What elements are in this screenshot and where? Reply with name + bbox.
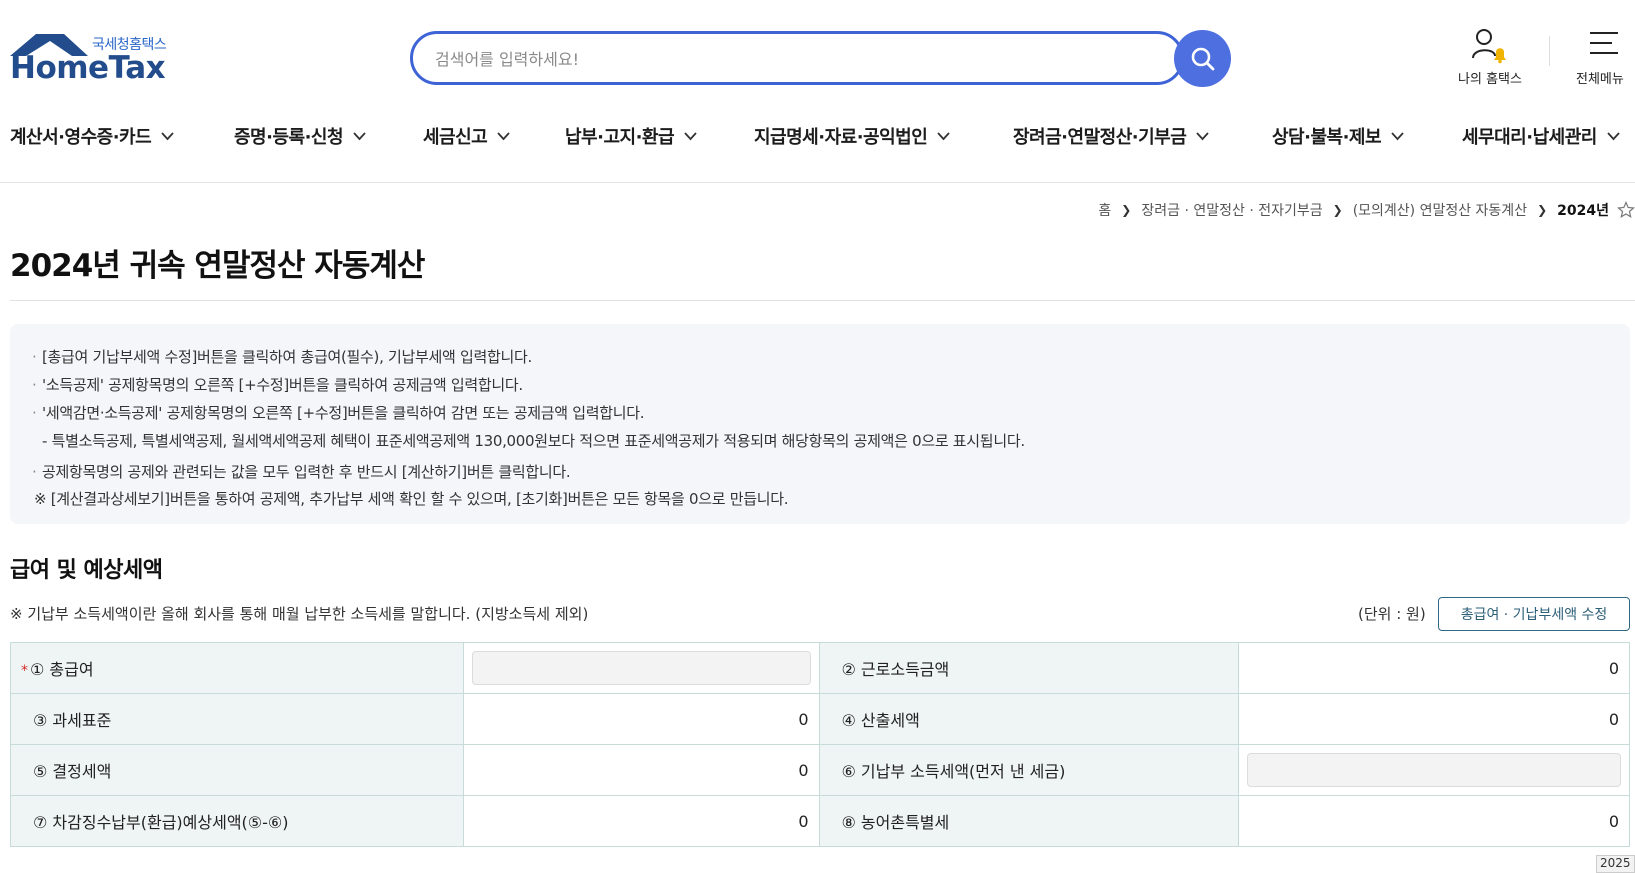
section-title: 급여 및 예상세액 <box>10 558 163 583</box>
prepaid-tax-cell <box>1238 744 1630 796</box>
gnb-item-tax-return[interactable]: 세금신고 <box>423 118 510 154</box>
search-button[interactable] <box>1174 30 1231 87</box>
all-menu-label: 전체메뉴 <box>1576 72 1624 87</box>
chevron-right-icon: ❯ <box>1121 203 1132 217</box>
table-label: * ① 총급여 <box>10 642 464 694</box>
prepaid-tax-input[interactable] <box>1247 753 1621 787</box>
gnb-item-payment[interactable]: 납부·고지·환급 <box>565 118 697 154</box>
salary-tax-table: * ① 총급여 ② 근로소득금액 0 ③ 과세표준 0 ④ 산출세액 0 ⑤ 결정… <box>10 642 1630 847</box>
info-line: · '소득공제' 공제항목명의 오른쪽 [+수정]버튼을 클릭하여 공제금액 입력… <box>32 376 523 394</box>
table-value: 0 <box>1238 642 1630 694</box>
chevron-down-icon <box>684 131 697 140</box>
info-line: · '세액감면·소득공제' 공제항목명의 오른쪽 [+수정]버튼을 클릭하여 감면… <box>32 404 645 422</box>
table-label: ⑥ 기납부 소득세액(먼저 낸 세금) <box>818 744 1240 796</box>
search-bar <box>410 30 1231 87</box>
search-input[interactable] <box>435 46 1135 72</box>
user-bell-icon <box>1472 29 1506 64</box>
search-box <box>410 31 1184 85</box>
breadcrumb-home[interactable]: 홈 <box>1098 200 1111 220</box>
table-label: ⑦ 차감징수납부(환급)예상세액(⑤-⑥) <box>10 795 464 847</box>
breadcrumb: 홈 ❯ 장려금 · 연말정산 · 전자기부금 ❯ (모의계산) 연말정산 자동계… <box>1098 198 1635 222</box>
bullet-icon: · <box>32 463 37 481</box>
chevron-down-icon <box>497 131 510 140</box>
table-value: 0 <box>462 744 820 796</box>
table-value: 0 <box>1238 795 1630 847</box>
bullet-icon: · <box>32 404 37 422</box>
gnb-item-agent[interactable]: 세무대리·납세관리 <box>1462 118 1620 154</box>
edit-salary-tax-button[interactable]: 총급여 · 기납부세액 수정 <box>1438 597 1630 631</box>
header-divider <box>1549 36 1550 66</box>
total-salary-input[interactable] <box>471 651 811 685</box>
star-favorite-icon[interactable] <box>1617 201 1635 219</box>
chevron-down-icon <box>161 131 174 140</box>
breadcrumb-level1[interactable]: 장려금 · 연말정산 · 전자기부금 <box>1141 200 1322 220</box>
all-menu-button[interactable]: 전체메뉴 <box>1566 26 1635 87</box>
bullet-icon: · <box>32 348 37 366</box>
section-note: ※ 기납부 소득세액이란 올해 회사를 통해 매월 납부한 소득세를 말합니다.… <box>10 605 589 623</box>
my-hometax-button[interactable]: 나의 홈택스 <box>1450 26 1530 87</box>
header: 국세청홈택스 HomeTax 나의 홈택스 전체메뉴 <box>0 0 1635 100</box>
chevron-down-icon <box>353 131 366 140</box>
gnb-divider <box>0 182 1635 183</box>
total-salary-cell <box>462 642 820 694</box>
info-subline: - 특별소득공제, 특별세액공제, 월세액세액공제 혜택이 표준세액공제액 13… <box>42 432 1025 450</box>
gnb-item-certificate[interactable]: 증명·등록·신청 <box>234 118 366 154</box>
table-label: ② 근로소득금액 <box>818 642 1240 694</box>
hamburger-menu-icon <box>1590 32 1618 54</box>
table-label: ⑧ 농어촌특별세 <box>818 795 1240 847</box>
corner-tooltip: 2025 <box>1596 855 1635 873</box>
table-row: * ① 총급여 ② 근로소득금액 0 <box>10 642 1630 694</box>
table-label: ④ 산출세액 <box>818 693 1240 745</box>
chevron-down-icon <box>1607 131 1620 140</box>
table-value: 0 <box>1238 693 1630 745</box>
chevron-right-icon: ❯ <box>1332 203 1343 217</box>
info-box: · [총급여 기납부세액 수정]버튼을 클릭하여 총급여(필수), 기납부세액 입… <box>10 324 1630 524</box>
page-title: 2024년 귀속 연말정산 자동계산 <box>10 248 425 284</box>
gnb-item-year-end[interactable]: 장려금·연말정산·기부금 <box>1013 118 1209 154</box>
breadcrumb-level2[interactable]: (모의계산) 연말정산 자동계산 <box>1353 200 1527 220</box>
gnb-item-statement[interactable]: 지급명세·자료·공익법인 <box>754 118 950 154</box>
gnb-item-invoice[interactable]: 계산서·영수증·카드 <box>10 118 174 154</box>
info-note: ※ [계산결과상세보기]버튼을 통하여 공제액, 추가납부 세액 확인 할 수 … <box>34 490 789 508</box>
search-icon <box>1191 47 1214 70</box>
hometax-logo[interactable]: 국세청홈택스 HomeTax <box>10 30 182 86</box>
breadcrumb-current: 2024년 <box>1557 203 1609 219</box>
chevron-down-icon <box>1391 131 1404 140</box>
chevron-down-icon <box>1196 131 1209 140</box>
table-row: ⑤ 결정세액 0 ⑥ 기납부 소득세액(먼저 낸 세금) <box>10 744 1630 796</box>
gnb-item-consult[interactable]: 상담·불복·제보 <box>1272 118 1404 154</box>
info-line: · [총급여 기납부세액 수정]버튼을 클릭하여 총급여(필수), 기납부세액 입… <box>32 348 532 366</box>
table-value: 0 <box>462 693 820 745</box>
chevron-right-icon: ❯ <box>1537 203 1548 217</box>
required-mark: * <box>21 663 28 679</box>
bullet-icon: · <box>32 376 37 394</box>
logo-text: HomeTax <box>10 50 166 86</box>
unit-label: (단위 : 원) <box>1358 605 1426 623</box>
table-label: ⑤ 결정세액 <box>10 744 464 796</box>
info-line: · 공제항목명의 공제와 관련되는 값을 모두 입력한 후 반드시 [계산하기]버… <box>32 463 571 481</box>
table-label: ③ 과세표준 <box>10 693 464 745</box>
chevron-down-icon <box>937 131 950 140</box>
title-divider <box>10 300 1635 301</box>
my-hometax-label: 나의 홈택스 <box>1458 72 1522 87</box>
table-row: ⑦ 차감징수납부(환급)예상세액(⑤-⑥) 0 ⑧ 농어촌특별세 0 <box>10 795 1630 847</box>
table-value: 0 <box>462 795 820 847</box>
main-navigation: 계산서·영수증·카드 증명·등록·신청 세금신고 납부·고지·환급 지급명세·자… <box>0 118 1635 154</box>
table-row: ③ 과세표준 0 ④ 산출세액 0 <box>10 693 1630 745</box>
